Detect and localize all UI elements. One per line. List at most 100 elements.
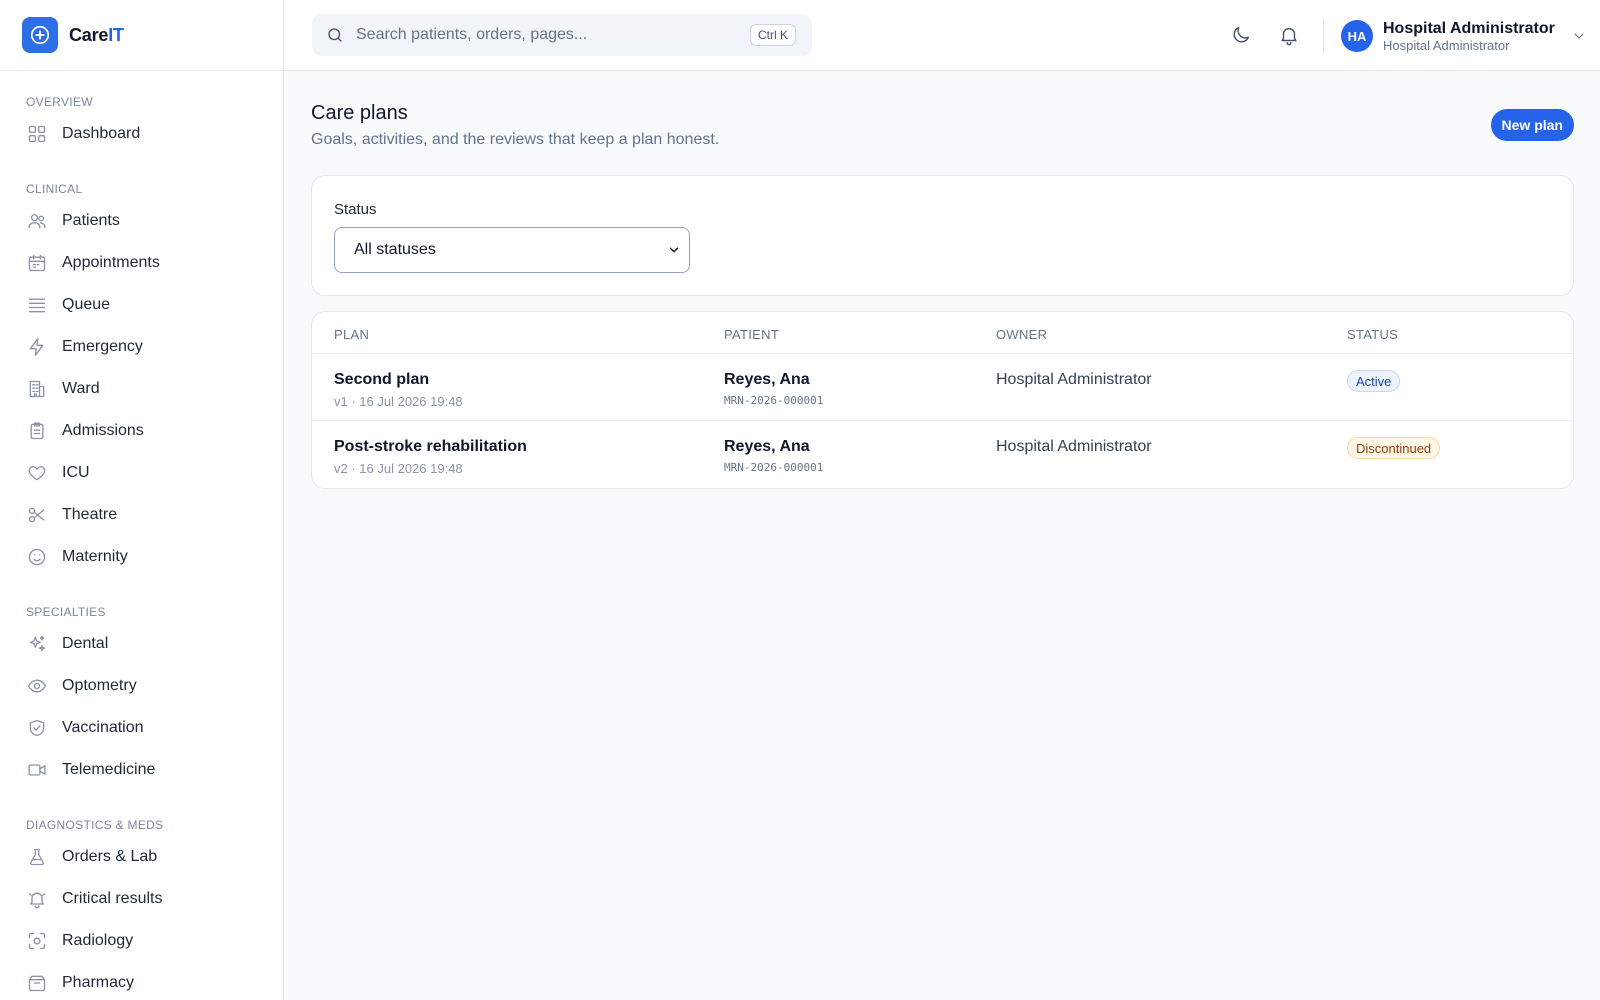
search-bar[interactable]: Ctrl K [312, 14, 812, 56]
brand[interactable]: CareIT [0, 0, 283, 71]
sidebar-nav: OVERVIEW Dashboard CLINICAL Patients App… [0, 71, 283, 1000]
lightning-icon [27, 337, 47, 357]
status-badge: Discontinued [1347, 437, 1441, 459]
sidebar-item-label: Admissions [62, 422, 144, 439]
column-header-patient: PATIENT [724, 327, 780, 342]
sidebar-item-label: Critical results [62, 890, 163, 907]
sidebar-item-dashboard[interactable]: Dashboard [0, 113, 283, 155]
sidebar-item-label: Dental [62, 635, 109, 652]
page-title: Care plans [311, 102, 408, 124]
sidebar-item-dental[interactable]: Dental [0, 623, 283, 665]
sidebar-item-label: ICU [62, 464, 90, 481]
search-shortcut-hint: Ctrl K [750, 24, 796, 46]
moon-icon[interactable] [1228, 22, 1254, 48]
sidebar-item-emergency[interactable]: Emergency [0, 326, 283, 368]
sidebar-item-maternity[interactable]: Maternity [0, 536, 283, 578]
nav-section-overview: OVERVIEW [26, 95, 93, 109]
video-icon [27, 760, 47, 780]
filter-card: Status All statuses [311, 175, 1574, 296]
user-role: Hospital Administrator [1383, 37, 1510, 53]
sidebar-item-ward[interactable]: Ward [0, 368, 283, 410]
sidebar-item-label: Ward [62, 380, 100, 397]
sidebar-item-label: Emergency [62, 338, 143, 355]
status-badge: Active [1347, 370, 1401, 392]
sidebar-item-label: Maternity [62, 548, 128, 565]
sidebar-item-critical-results[interactable]: Critical results [0, 878, 283, 920]
sidebar-item-telemedicine[interactable]: Telemedicine [0, 749, 283, 791]
sidebar-item-vaccination[interactable]: Vaccination [0, 707, 283, 749]
search-input[interactable] [356, 26, 736, 44]
bell-icon[interactable] [1276, 22, 1302, 48]
patient-name[interactable]: Reyes, Ana [724, 438, 810, 456]
avatar: HA [1341, 20, 1373, 52]
users-icon [27, 211, 47, 231]
plan-name[interactable]: Post-stroke rehabilitation [334, 438, 527, 456]
sidebar-item-admissions[interactable]: Admissions [0, 410, 283, 452]
column-header-owner: OWNER [996, 327, 1048, 342]
sidebar-item-label: Telemedicine [62, 761, 156, 778]
list-icon [27, 295, 47, 315]
plus-circle-icon [22, 17, 58, 53]
nav-section-diagnostics: DIAGNOSTICS & MEDS [26, 818, 164, 832]
plan-owner: Hospital Administrator [996, 438, 1152, 455]
box-icon [27, 973, 47, 993]
sidebar-item-icu[interactable]: ICU [0, 452, 283, 494]
heart-icon [27, 463, 47, 483]
chevron-down-icon [667, 243, 681, 257]
user-info: Hospital Administrator Hospital Administ… [1383, 19, 1555, 54]
sidebar-item-radiology[interactable]: Radiology [0, 920, 283, 962]
clipboard-icon [27, 421, 47, 441]
building-icon [27, 379, 47, 399]
plan-meta: v2 · 16 Jul 2026 19:48 [334, 461, 463, 476]
status-filter-label: Status [334, 201, 377, 218]
patient-mrn: MRN-2026-000001 [724, 394, 824, 407]
table-row[interactable]: Post-stroke rehabilitation v2 · 16 Jul 2… [312, 421, 1573, 488]
sidebar-item-label: Patients [62, 212, 120, 229]
eye-icon [27, 676, 47, 696]
sparkles-icon [27, 634, 47, 654]
sidebar-item-label: Theatre [62, 506, 118, 523]
care-plans-table: PLAN PATIENT OWNER STATUS Second plan v1… [311, 311, 1574, 489]
page-subtitle: Goals, activities, and the reviews that … [311, 131, 720, 148]
topbar-divider [1323, 20, 1324, 52]
nav-section-specialties: SPECIALTIES [26, 605, 106, 619]
scan-icon [27, 931, 47, 951]
sidebar-item-label: Dashboard [62, 125, 141, 142]
user-name: Hospital Administrator [1383, 19, 1555, 37]
table-row[interactable]: Second plan v1 · 16 Jul 2026 19:48 Reyes… [312, 354, 1573, 421]
shield-check-icon [27, 718, 47, 738]
sidebar-item-label: Queue [62, 296, 111, 313]
sidebar-item-label: Pharmacy [62, 974, 135, 991]
grid-icon [27, 124, 47, 144]
bell-alert-icon [27, 889, 47, 909]
table-header: PLAN PATIENT OWNER STATUS [312, 312, 1573, 354]
patient-mrn: MRN-2026-000001 [724, 461, 824, 474]
sidebar-item-appointments[interactable]: Appointments [0, 242, 283, 284]
plan-meta: v1 · 16 Jul 2026 19:48 [334, 394, 463, 409]
column-header-plan: PLAN [334, 327, 370, 342]
sidebar-item-pharmacy[interactable]: Pharmacy [0, 962, 283, 1000]
scissors-icon [27, 505, 47, 525]
new-plan-button[interactable]: New plan [1490, 109, 1574, 141]
plan-name[interactable]: Second plan [334, 371, 429, 389]
sidebar-item-label: Orders & Lab [62, 848, 158, 865]
sidebar-item-optometry[interactable]: Optometry [0, 665, 283, 707]
app-name: CareIT [69, 24, 124, 45]
patient-name[interactable]: Reyes, Ana [724, 371, 810, 389]
column-header-status: STATUS [1347, 327, 1399, 342]
sidebar-item-patients[interactable]: Patients [0, 200, 283, 242]
sidebar-item-theatre[interactable]: Theatre [0, 494, 283, 536]
sidebar: CareIT OVERVIEW Dashboard CLINICAL Patie… [0, 0, 284, 1000]
search-icon [326, 25, 346, 45]
sidebar-item-label: Radiology [62, 932, 134, 949]
nav-section-clinical: CLINICAL [26, 182, 83, 196]
chevron-down-icon [1571, 28, 1587, 44]
topbar: Ctrl K HA Hospital Administrator Hospita… [284, 0, 1600, 71]
sidebar-item-orders-lab[interactable]: Orders & Lab [0, 836, 283, 878]
user-menu[interactable]: HA Hospital Administrator Hospital Admin… [1341, 18, 1587, 54]
plan-owner: Hospital Administrator [996, 371, 1152, 388]
sidebar-item-queue[interactable]: Queue [0, 284, 283, 326]
sidebar-item-label: Vaccination [62, 719, 144, 736]
status-select-value: All statuses [354, 241, 436, 258]
status-select[interactable]: All statuses [334, 227, 690, 273]
